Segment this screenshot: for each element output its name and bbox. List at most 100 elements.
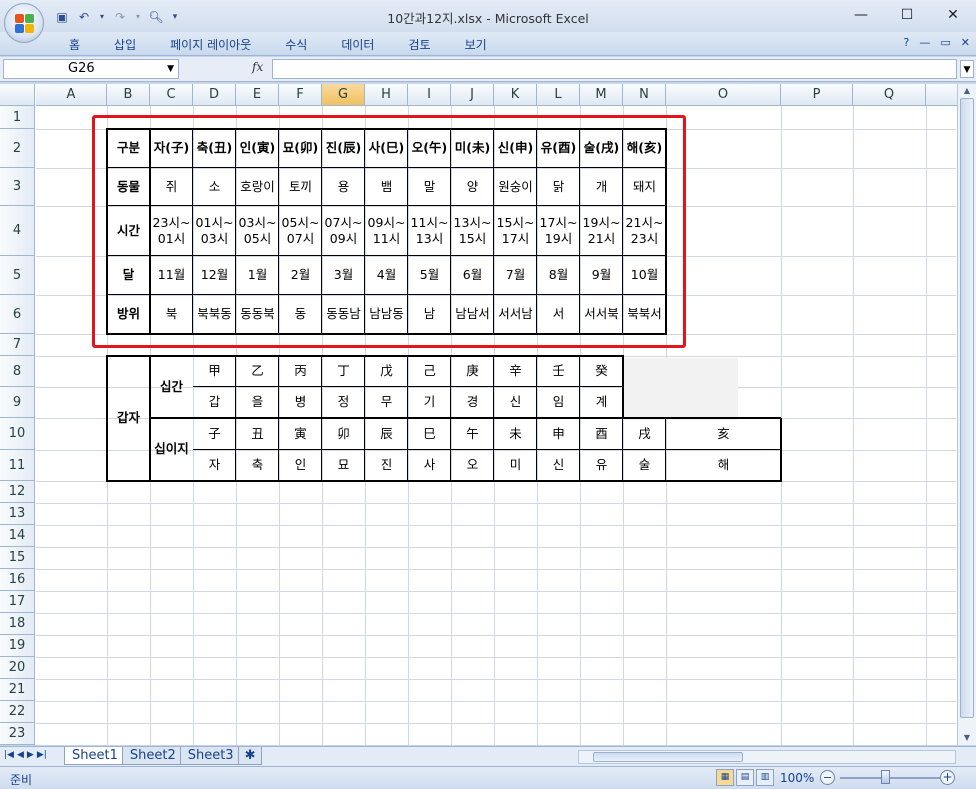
tab-insert[interactable]: 삽입 bbox=[97, 36, 153, 54]
row-header[interactable]: 21 bbox=[0, 679, 35, 701]
horizontal-scrollbar[interactable] bbox=[578, 750, 956, 764]
row-header[interactable]: 2 bbox=[0, 129, 35, 168]
row-header[interactable]: 3 bbox=[0, 168, 35, 206]
page-break-view-icon[interactable]: ▥ bbox=[756, 769, 774, 786]
maximize-button[interactable]: ☐ bbox=[884, 0, 930, 30]
row-header[interactable]: 10 bbox=[0, 418, 35, 450]
formula-input[interactable] bbox=[272, 59, 957, 79]
tab-data[interactable]: 데이터 bbox=[324, 36, 391, 54]
stem-hanja-cell[interactable]: 丙 bbox=[279, 356, 322, 387]
stem-hanja-cell[interactable]: 辛 bbox=[494, 356, 537, 387]
row-header[interactable]: 15 bbox=[0, 547, 35, 569]
row-header[interactable]: 8 bbox=[0, 356, 35, 387]
stem-hanja-cell[interactable]: 丁 bbox=[322, 356, 365, 387]
column-header[interactable]: A bbox=[36, 84, 107, 106]
sheet-tab-3[interactable]: Sheet3 bbox=[179, 747, 242, 765]
first-sheet-icon[interactable]: |◀ bbox=[4, 750, 14, 760]
row-header[interactable]: 13 bbox=[0, 503, 35, 525]
stem-label-cell[interactable]: 십간 bbox=[150, 356, 193, 418]
tab-page-layout[interactable]: 페이지 레이아웃 bbox=[153, 36, 268, 54]
column-header[interactable]: G bbox=[322, 84, 365, 106]
stem-hangul-cell[interactable]: 정 bbox=[322, 387, 365, 418]
row-header[interactable]: 23 bbox=[0, 723, 35, 745]
column-header[interactable]: P bbox=[781, 84, 853, 106]
workbook-minimize-button[interactable]: — bbox=[919, 36, 930, 49]
tab-view[interactable]: 보기 bbox=[448, 36, 504, 54]
column-header[interactable]: J bbox=[451, 84, 494, 106]
scroll-up-icon[interactable]: ▲ bbox=[960, 85, 974, 97]
row-header[interactable]: 14 bbox=[0, 525, 35, 547]
row-header[interactable]: 19 bbox=[0, 635, 35, 657]
column-header[interactable]: Q bbox=[853, 84, 926, 106]
branch-hangul-cell[interactable]: 신 bbox=[537, 450, 580, 481]
branch-hanja-cell[interactable]: 酉 bbox=[580, 418, 623, 450]
tab-home[interactable]: 홈 bbox=[52, 36, 97, 54]
workbook-restore-button[interactable]: ▭ bbox=[940, 36, 950, 49]
stem-hangul-cell[interactable]: 임 bbox=[537, 387, 580, 418]
tab-formulas[interactable]: 수식 bbox=[268, 36, 324, 54]
page-layout-view-icon[interactable]: ▤ bbox=[736, 769, 754, 786]
stem-hanja-cell[interactable]: 乙 bbox=[236, 356, 279, 387]
zoom-in-icon[interactable]: + bbox=[940, 770, 955, 785]
column-header[interactable]: M bbox=[580, 84, 623, 106]
branch-hangul-cell[interactable]: 미 bbox=[494, 450, 537, 481]
stem-hanja-cell[interactable]: 庚 bbox=[451, 356, 494, 387]
row-header[interactable]: 4 bbox=[0, 206, 35, 256]
insert-sheet-icon[interactable]: ✱ bbox=[237, 747, 263, 765]
insert-function-icon[interactable]: fx bbox=[252, 60, 263, 74]
column-header[interactable]: K bbox=[494, 84, 537, 106]
name-box[interactable]: G26 ▼ bbox=[3, 59, 179, 79]
row-header[interactable]: 6 bbox=[0, 295, 35, 334]
scroll-down-icon[interactable]: ▼ bbox=[960, 732, 974, 744]
workbook-close-button[interactable]: ✕ bbox=[961, 36, 970, 49]
row-header[interactable]: 5 bbox=[0, 256, 35, 295]
worksheet-grid[interactable]: ABCDEFGHIJKLMNOPQR1234567891011121314151… bbox=[0, 84, 976, 745]
column-header[interactable]: E bbox=[236, 84, 279, 106]
sheet-tab-2[interactable]: Sheet2 bbox=[121, 747, 184, 765]
tab-review[interactable]: 검토 bbox=[391, 36, 447, 54]
stem-hangul-cell[interactable]: 병 bbox=[279, 387, 322, 418]
column-header[interactable]: B bbox=[107, 84, 150, 106]
zoom-level[interactable]: 100% bbox=[780, 771, 814, 785]
branch-hanja-cell[interactable]: 寅 bbox=[279, 418, 322, 450]
branch-hanja-cell[interactable]: 丑 bbox=[236, 418, 279, 450]
column-header[interactable]: C bbox=[150, 84, 193, 106]
normal-view-icon[interactable]: ▦ bbox=[716, 769, 734, 786]
stem-hangul-cell[interactable]: 신 bbox=[494, 387, 537, 418]
sheet-tab-1[interactable]: Sheet1 bbox=[64, 747, 126, 765]
column-header[interactable]: N bbox=[623, 84, 666, 106]
stem-hangul-cell[interactable]: 무 bbox=[365, 387, 408, 418]
ganja-label-cell[interactable]: 갑자 bbox=[107, 356, 150, 481]
stem-hanja-cell[interactable]: 戊 bbox=[365, 356, 408, 387]
branch-hangul-cell[interactable]: 인 bbox=[279, 450, 322, 481]
column-header[interactable]: I bbox=[408, 84, 451, 106]
minimize-button[interactable]: — bbox=[838, 0, 884, 30]
branch-hanja-cell[interactable]: 未 bbox=[494, 418, 537, 450]
row-header[interactable]: 22 bbox=[0, 701, 35, 723]
expand-formula-bar-icon[interactable]: ▼ bbox=[960, 60, 974, 78]
branch-hanja-cell[interactable]: 戌 bbox=[623, 418, 666, 450]
branch-hanja-cell[interactable]: 亥 bbox=[666, 418, 781, 450]
branch-hanja-cell[interactable]: 卯 bbox=[322, 418, 365, 450]
column-header[interactable]: F bbox=[279, 84, 322, 106]
zoom-out-icon[interactable]: − bbox=[820, 770, 835, 785]
branch-hangul-cell[interactable]: 진 bbox=[365, 450, 408, 481]
stem-hanja-cell[interactable]: 己 bbox=[408, 356, 451, 387]
next-sheet-icon[interactable]: ▶ bbox=[27, 750, 34, 760]
row-header[interactable]: 18 bbox=[0, 613, 35, 635]
stem-hangul-cell[interactable]: 을 bbox=[236, 387, 279, 418]
stem-hangul-cell[interactable]: 기 bbox=[408, 387, 451, 418]
chevron-down-icon[interactable]: ▼ bbox=[167, 60, 174, 78]
stem-hangul-cell[interactable]: 계 bbox=[580, 387, 623, 418]
column-header[interactable]: O bbox=[666, 84, 781, 106]
row-header[interactable]: 1 bbox=[0, 106, 35, 129]
stem-hanja-cell[interactable]: 甲 bbox=[193, 356, 236, 387]
stem-hanja-cell[interactable]: 壬 bbox=[537, 356, 580, 387]
branch-hangul-cell[interactable]: 오 bbox=[451, 450, 494, 481]
stem-hanja-cell[interactable]: 癸 bbox=[580, 356, 623, 387]
column-header[interactable]: H bbox=[365, 84, 408, 106]
branch-hangul-cell[interactable]: 축 bbox=[236, 450, 279, 481]
help-icon[interactable]: ? bbox=[904, 36, 910, 49]
branch-hanja-cell[interactable]: 午 bbox=[451, 418, 494, 450]
row-header[interactable]: 16 bbox=[0, 569, 35, 591]
